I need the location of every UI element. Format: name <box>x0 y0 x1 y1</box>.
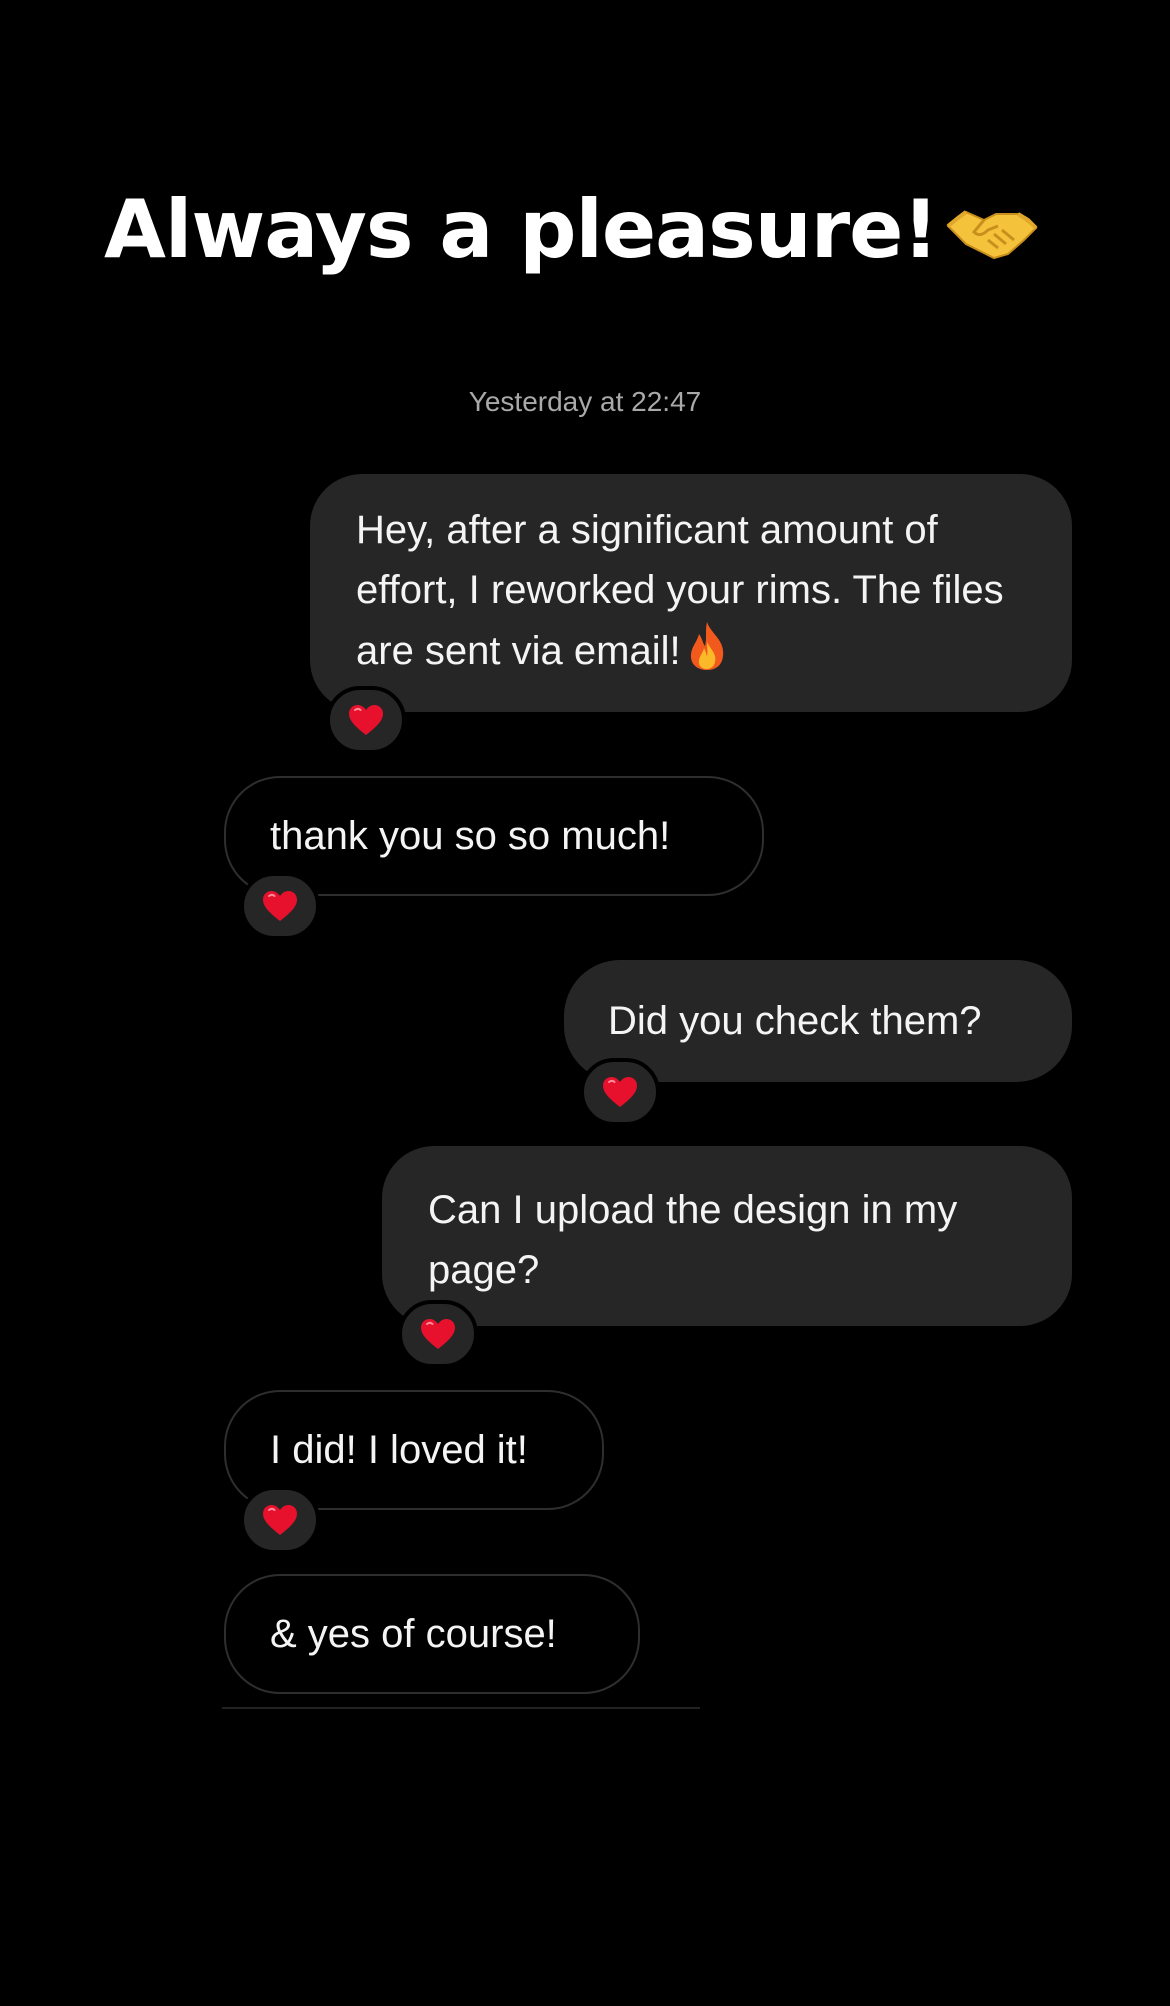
fire-icon <box>685 620 729 672</box>
red-heart-icon <box>603 1077 637 1107</box>
headline-text: Always a pleasure! <box>104 183 939 276</box>
handshake-icon <box>944 197 1040 261</box>
message-bubble-sent[interactable]: Can I upload the design in my page? <box>382 1146 1072 1326</box>
message-timestamp: Yesterday at 22:47 <box>468 386 702 417</box>
message-text: Did you check them? <box>608 999 982 1043</box>
story-headline: Always a pleasure! <box>104 190 1040 270</box>
message-bubble-sent[interactable]: Hey, after a significant amount of effor… <box>310 474 1072 712</box>
message-text: Can I upload the design in my page? <box>428 1188 958 1292</box>
divider <box>222 1707 700 1709</box>
red-heart-icon <box>263 891 297 921</box>
red-heart-icon <box>421 1319 455 1349</box>
message-text: Hey, after a significant amount of effor… <box>356 508 1004 673</box>
message-text: & yes of course! <box>270 1612 557 1656</box>
message-bubble-received[interactable]: & yes of course! <box>224 1574 640 1694</box>
red-heart-icon <box>349 705 383 735</box>
heart-reaction[interactable] <box>240 872 320 940</box>
message-text: thank you so so much! <box>270 814 671 858</box>
heart-reaction[interactable] <box>326 686 406 754</box>
heart-reaction[interactable] <box>398 1300 478 1368</box>
message-text: I did! I loved it! <box>270 1428 528 1472</box>
red-heart-icon <box>263 1505 297 1535</box>
heart-reaction[interactable] <box>580 1058 660 1126</box>
heart-reaction[interactable] <box>240 1486 320 1554</box>
